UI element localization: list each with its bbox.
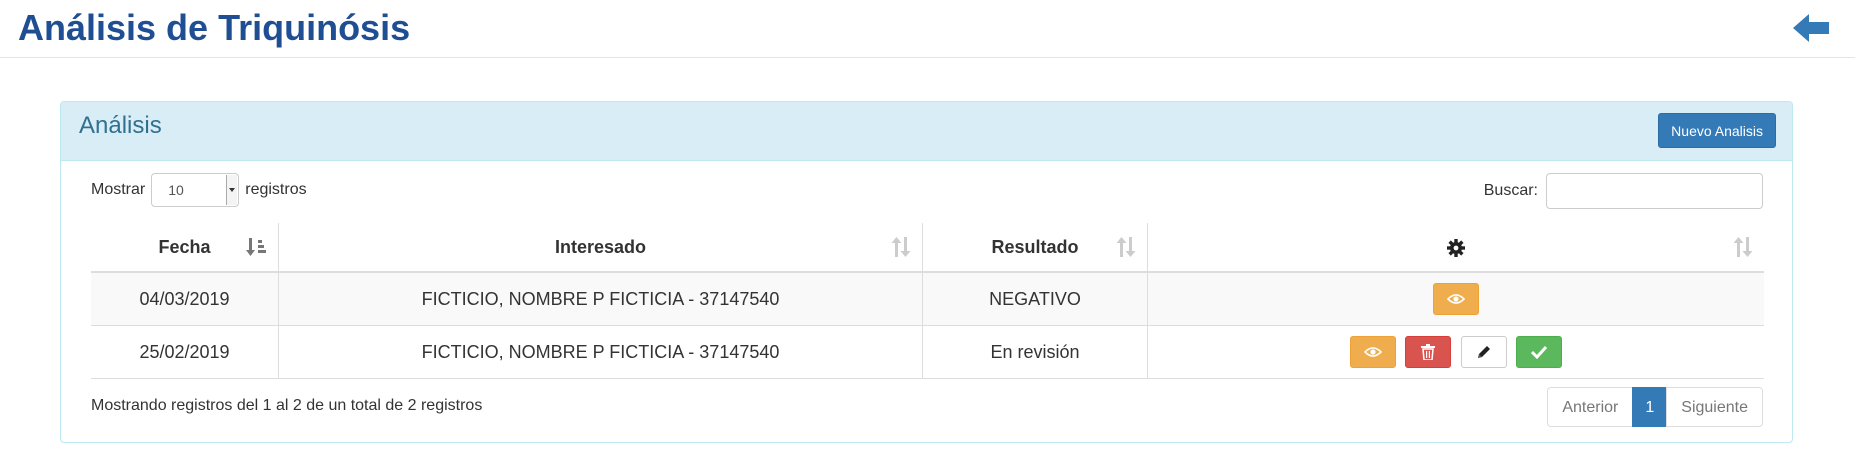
sort-both-icon <box>1733 237 1753 257</box>
column-header-actions[interactable] <box>1147 223 1764 273</box>
eye-icon <box>1364 347 1383 357</box>
column-header-resultado[interactable]: Resultado <box>922 223 1148 273</box>
table-header-row: Fecha Interesado Resultado <box>91 223 1764 273</box>
pencil-icon <box>1477 346 1490 358</box>
column-header-label: Resultado <box>991 236 1079 257</box>
analysis-panel: Análisis Nuevo Analisis Mostrar 10 regis… <box>60 101 1793 443</box>
cell-interesado: FICTICIO, NOMBRE P FICTICIA - 37147540 <box>278 272 923 326</box>
top-bar: Análisis de Triquinósis <box>0 0 1855 58</box>
approve-button[interactable] <box>1515 336 1562 368</box>
page-title: Análisis de Triquinósis <box>18 7 411 48</box>
cell-fecha: 04/03/2019 <box>91 272 279 326</box>
page-length-select[interactable]: 10 <box>151 173 240 207</box>
cell-resultado: En revisión <box>922 325 1148 379</box>
sort-ascending-icon <box>246 238 266 256</box>
edit-button[interactable] <box>1460 336 1507 368</box>
eye-icon <box>1447 294 1465 304</box>
view-button[interactable] <box>1350 336 1397 368</box>
cell-actions <box>1147 325 1764 379</box>
gear-icon <box>1447 238 1465 257</box>
chevron-down-icon <box>226 175 238 205</box>
page-length-control: Mostrar 10 registros <box>91 173 307 207</box>
sort-both-icon <box>1116 237 1136 257</box>
column-header-label: Interesado <box>554 236 647 257</box>
panel-heading: Análisis Nuevo Analisis <box>61 102 1792 161</box>
page-length-value: 10 <box>168 182 184 198</box>
cell-interesado: FICTICIO, NOMBRE P FICTICIA - 37147540 <box>278 325 923 379</box>
view-button[interactable] <box>1433 283 1479 315</box>
length-label-before: Mostrar <box>91 181 146 198</box>
table-info: Mostrando registros del 1 al 2 de un tot… <box>91 397 483 414</box>
table-row: 25/02/2019 FICTICIO, NOMBRE P FICTICIA -… <box>91 325 1764 379</box>
column-header-label: Fecha <box>158 236 211 257</box>
pagination: Anterior 1 Siguiente <box>1547 387 1763 427</box>
search-label: Buscar: <box>1483 182 1538 199</box>
new-analysis-button[interactable]: Nuevo Analisis <box>1658 113 1776 148</box>
page-button-current[interactable]: 1 <box>1632 387 1668 427</box>
delete-button[interactable] <box>1405 336 1452 368</box>
analysis-table: Fecha Interesado Resultado 04/03/2019 FI… <box>91 223 1764 379</box>
previous-page-button[interactable]: Anterior <box>1547 387 1634 427</box>
table-row: 04/03/2019 FICTICIO, NOMBRE P FICTICIA -… <box>91 272 1764 326</box>
cell-fecha: 25/02/2019 <box>91 325 279 379</box>
column-header-interesado[interactable]: Interesado <box>278 223 923 273</box>
column-header-fecha[interactable]: Fecha <box>91 223 279 273</box>
sort-both-icon <box>891 237 911 257</box>
next-page-button[interactable]: Siguiente <box>1666 387 1763 427</box>
search-input[interactable] <box>1546 173 1763 209</box>
length-label-after: registros <box>245 181 307 198</box>
back-button[interactable] <box>1791 12 1831 44</box>
search-control: Buscar: <box>1484 173 1763 209</box>
cell-actions <box>1147 272 1764 326</box>
panel-title: Análisis <box>79 112 162 139</box>
trash-icon <box>1421 344 1436 360</box>
check-icon <box>1530 345 1547 359</box>
cell-resultado: NEGATIVO <box>922 272 1148 326</box>
arrow-left-icon <box>1793 14 1829 42</box>
